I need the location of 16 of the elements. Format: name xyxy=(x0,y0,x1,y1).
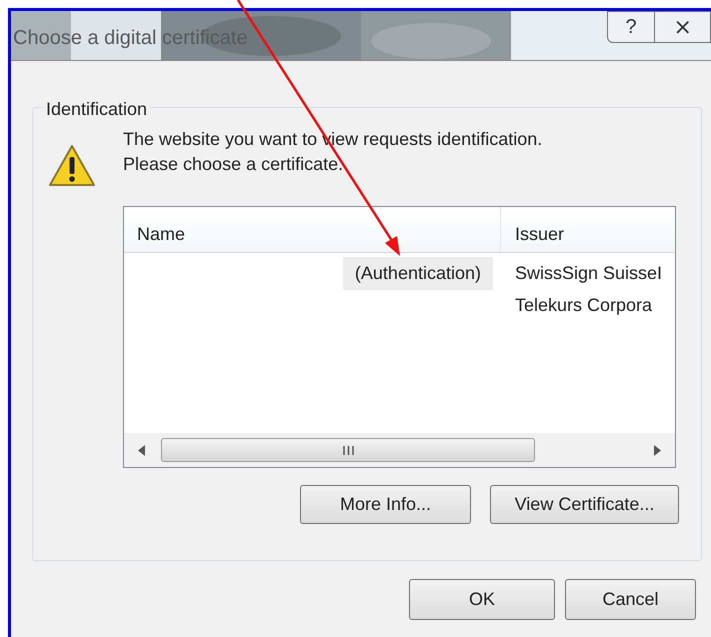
table-cell[interactable]: Telekurs Corpora xyxy=(515,292,652,318)
ok-button[interactable]: OK xyxy=(409,579,555,620)
help-button[interactable]: ? xyxy=(607,11,655,43)
scroll-left-icon[interactable] xyxy=(138,444,145,456)
cancel-button[interactable]: Cancel xyxy=(565,579,696,620)
scroll-right-icon[interactable] xyxy=(654,444,661,456)
more-info-button[interactable]: More Info... xyxy=(300,485,471,524)
scroll-thumb[interactable] xyxy=(161,438,535,462)
grip-icon xyxy=(342,446,354,454)
view-certificate-button[interactable]: View Certificate... xyxy=(490,485,679,524)
column-header[interactable]: Issuer xyxy=(501,207,675,252)
table-cell[interactable]: (Authentication) xyxy=(342,256,493,290)
table-cell[interactable]: SwissSign SuisseI xyxy=(515,260,662,286)
warning-icon xyxy=(48,144,96,188)
close-button[interactable]: ⨯ xyxy=(655,11,711,43)
horizontal-scrollbar[interactable] xyxy=(124,433,675,467)
